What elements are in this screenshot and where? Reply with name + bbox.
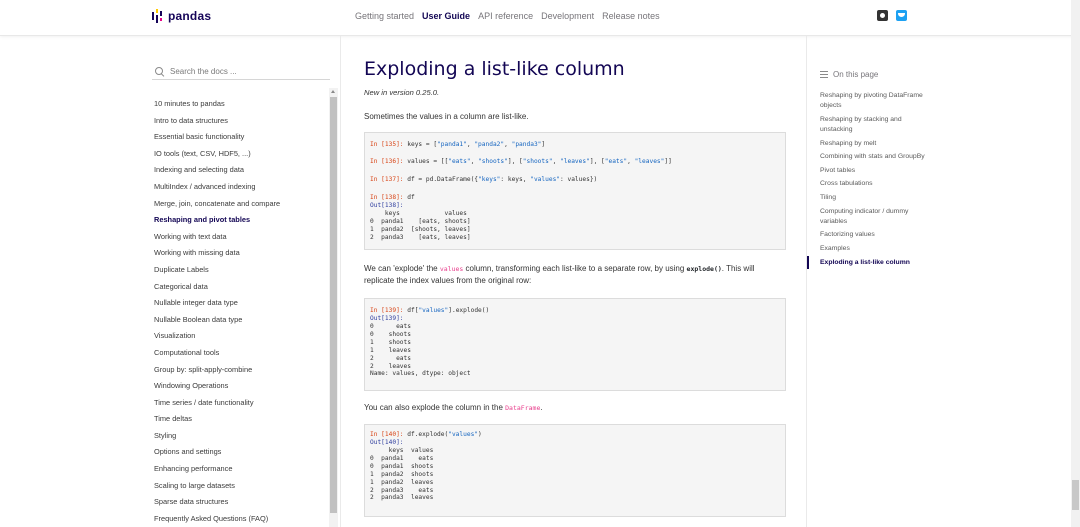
code-out-prompt: Out[139]: <box>370 315 404 322</box>
main-nav: Getting started User Guide API reference… <box>355 11 668 21</box>
sidebar-scrollbar[interactable] <box>329 88 338 527</box>
sidebar-item[interactable]: Visualization <box>154 331 280 348</box>
code-line: In [139]: df["values"].explode() <box>370 307 490 314</box>
dataframe-paragraph: You can also explode the column in the D… <box>364 403 543 412</box>
explode-link[interactable]: explode() <box>687 265 722 273</box>
sidebar-item-active[interactable]: Reshaping and pivot tables <box>154 215 280 232</box>
sidebar-item[interactable]: Group by: split-apply-combine <box>154 365 280 382</box>
toc-item[interactable]: Tiling <box>820 193 930 203</box>
sidebar-item[interactable]: Styling <box>154 431 280 448</box>
list-icon <box>820 71 828 79</box>
toc-item[interactable]: Combining with stats and GroupBy <box>820 152 930 162</box>
scroll-up-arrow-icon[interactable] <box>331 90 335 93</box>
sidebar-item[interactable]: IO tools (text, CSV, HDF5, ...) <box>154 149 280 166</box>
toc-item[interactable]: Factorizing values <box>820 230 930 240</box>
toc-item[interactable]: Reshaping by melt <box>820 139 930 149</box>
sidebar-item[interactable]: Working with missing data <box>154 248 280 265</box>
sidebar-nav: 10 minutes to pandas Intro to data struc… <box>154 99 280 527</box>
sidebar-item[interactable]: Duplicate Labels <box>154 265 280 282</box>
code-output: keys values 0 panda1 [eats, shoots] 1 pa… <box>370 210 471 241</box>
toc-item[interactable]: Computing indicator / dummy variables <box>820 207 930 227</box>
toc-item[interactable]: Reshaping by stacking and unstacking <box>820 115 930 135</box>
pandas-logo[interactable]: pandas <box>152 9 211 23</box>
toc-item[interactable]: Reshaping by pivoting DataFrame objects <box>820 91 930 111</box>
search-icon <box>155 66 164 76</box>
code-line: In [140]: df.explode("values") <box>370 431 482 438</box>
logo-text: pandas <box>168 9 212 23</box>
nav-link-user-guide[interactable]: User Guide <box>422 11 470 21</box>
code-out-prompt: Out[138]: <box>370 202 404 209</box>
toc-item[interactable]: Pivot tables <box>820 166 930 176</box>
main-content: Exploding a list-like column New in vers… <box>340 36 806 527</box>
nav-link-release-notes[interactable]: Release notes <box>602 11 660 21</box>
code-line: In [137]: df = pd.DataFrame({"keys": key… <box>370 176 598 183</box>
search-input[interactable] <box>170 66 320 76</box>
sidebar-item[interactable]: Nullable Boolean data type <box>154 315 280 332</box>
toc-item-active[interactable]: Exploding a list-like column <box>807 255 930 269</box>
code-block: In [135]: keys = ["panda1", "panda2", "p… <box>364 132 786 250</box>
twitter-icon[interactable] <box>896 10 907 21</box>
toc-item[interactable]: Examples <box>820 244 930 254</box>
code-output: keys values 0 panda1 eats 0 panda1 shoot… <box>370 447 434 502</box>
code-line: In [135]: keys = ["panda1", "panda2", "p… <box>370 141 546 148</box>
toc-list: Reshaping by pivoting DataFrame objects … <box>807 91 930 271</box>
sidebar-item[interactable]: Time series / date functionality <box>154 398 280 415</box>
sidebar-scroll-thumb[interactable] <box>330 97 337 513</box>
nav-link-getting-started[interactable]: Getting started <box>355 11 414 21</box>
sidebar-item[interactable]: Working with text data <box>154 232 280 249</box>
github-icon[interactable] <box>877 10 888 21</box>
sidebar-item[interactable]: Intro to data structures <box>154 116 280 133</box>
sidebar-item[interactable]: Indexing and selecting data <box>154 165 280 182</box>
page-title: Exploding a list-like column <box>364 58 625 80</box>
right-toc: On this page Reshaping by pivoting DataF… <box>806 36 1066 527</box>
sidebar-item[interactable]: Scaling to large datasets <box>154 481 280 498</box>
page-scrollbar[interactable] <box>1071 0 1080 527</box>
code-line: In [136]: values = [["eats", "shoots"], … <box>370 158 672 165</box>
sidebar-item[interactable]: Time deltas <box>154 414 280 431</box>
code-output: 0 eats 0 shoots 1 shoots 1 leaves 2 eats… <box>370 323 471 378</box>
social-icons <box>877 10 915 21</box>
sidebar-item[interactable]: Essential basic functionality <box>154 132 280 149</box>
sidebar-item[interactable]: Enhancing performance <box>154 464 280 481</box>
toc-item[interactable]: Cross tabulations <box>820 179 930 189</box>
sidebar-item[interactable]: MultiIndex / advanced indexing <box>154 182 280 199</box>
top-navbar: pandas Getting started User Guide API re… <box>0 0 1080 36</box>
sidebar-item[interactable]: Frequently Asked Questions (FAQ) <box>154 514 280 527</box>
sidebar-item[interactable]: Computational tools <box>154 348 280 365</box>
explode-paragraph: We can 'explode' the values column, tran… <box>364 264 755 285</box>
sidebar-item[interactable]: Merge, join, concatenate and compare <box>154 199 280 216</box>
sidebar-item[interactable]: 10 minutes to pandas <box>154 99 280 116</box>
sidebar-item[interactable]: Windowing Operations <box>154 381 280 398</box>
sidebar-item[interactable]: Sparse data structures <box>154 497 280 514</box>
code-out-prompt: Out[140]: <box>370 439 404 446</box>
sidebar-item[interactable]: Options and settings <box>154 447 280 464</box>
nav-link-api-reference[interactable]: API reference <box>478 11 533 21</box>
dataframe-link[interactable]: DataFrame <box>505 404 540 412</box>
search-box <box>152 63 330 80</box>
code-line: In [138]: df <box>370 194 415 201</box>
sidebar-item[interactable]: Categorical data <box>154 282 280 299</box>
version-note: New in version 0.25.0. <box>364 88 440 97</box>
code-block: In [140]: df.explode("values") Out[140]:… <box>364 424 786 517</box>
intro-paragraph: Sometimes the values in a column are lis… <box>364 112 529 121</box>
sidebar-item[interactable]: Nullable integer data type <box>154 298 280 315</box>
pandas-logo-icon <box>152 9 164 23</box>
inline-code: values <box>439 265 464 273</box>
nav-link-development[interactable]: Development <box>541 11 594 21</box>
code-block: In [139]: df["values"].explode() Out[139… <box>364 298 786 391</box>
page-scroll-thumb[interactable] <box>1072 480 1079 510</box>
left-sidebar: 10 minutes to pandas Intro to data struc… <box>0 36 339 527</box>
toc-title: On this page <box>820 70 878 79</box>
